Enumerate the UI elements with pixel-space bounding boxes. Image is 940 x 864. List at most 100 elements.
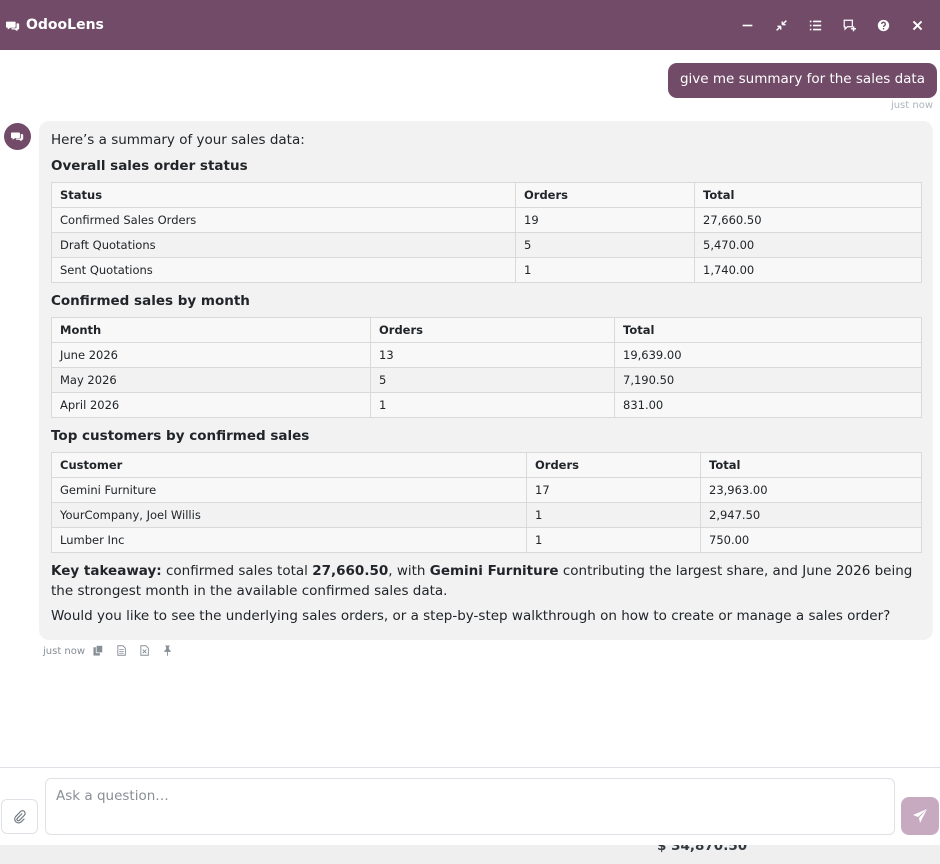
pin-button[interactable] xyxy=(162,645,174,657)
table-cell: 1 xyxy=(515,257,695,283)
question-input[interactable] xyxy=(45,778,895,835)
table-cell: Confirmed Sales Orders xyxy=(51,207,516,233)
pin-icon xyxy=(164,645,171,656)
column-header: Total xyxy=(700,452,922,478)
table-cell: 23,963.00 xyxy=(700,477,922,503)
table-row: April 2026 1 831.00 xyxy=(51,392,922,418)
table-row: May 2026 5 7,190.50 xyxy=(51,367,922,393)
app-header: OdooLens xyxy=(0,0,940,50)
table-header-row: Status Orders Total xyxy=(51,182,922,208)
table-cell: 1 xyxy=(370,392,615,418)
section-sales-by-month: Confirmed sales by month Month Orders To… xyxy=(51,291,922,418)
table-cell: 7,190.50 xyxy=(614,367,922,393)
table-cell: Sent Quotations xyxy=(51,257,516,283)
table-row: Sent Quotations 1 1,740.00 xyxy=(51,257,922,283)
minimize-button[interactable] xyxy=(730,8,764,42)
copy-button[interactable] xyxy=(93,645,105,657)
takeaway-label: Key takeaway: xyxy=(51,563,162,579)
table-cell: 27,660.50 xyxy=(694,207,922,233)
minimize-icon xyxy=(742,24,752,26)
user-message-time: just now xyxy=(890,100,933,111)
assistant-message-time: just now xyxy=(43,645,86,657)
table-cell: 5,470.00 xyxy=(694,232,922,258)
takeaway-text: , with xyxy=(388,563,430,579)
table-cell: 17 xyxy=(526,477,701,503)
top-customers-table: Customer Orders Total Gemini Furniture 1… xyxy=(51,452,922,553)
list-icon xyxy=(809,20,821,30)
column-header: Orders xyxy=(526,452,701,478)
close-button[interactable] xyxy=(900,8,934,42)
key-takeaway: Key takeaway: confirmed sales total 27,6… xyxy=(51,561,921,601)
send-button[interactable] xyxy=(901,797,939,835)
paperclip-icon xyxy=(13,809,26,823)
status-table: Status Orders Total Confirmed Sales Orde… xyxy=(51,182,922,283)
table-cell: Gemini Furniture xyxy=(51,477,527,503)
export-spreadsheet-button[interactable] xyxy=(139,645,151,657)
history-list-button[interactable] xyxy=(798,8,832,42)
collapse-button[interactable] xyxy=(764,8,798,42)
takeaway-text: confirmed sales total xyxy=(161,563,313,579)
table-cell: 19,639.00 xyxy=(614,342,922,368)
copy-icon xyxy=(93,645,104,656)
table-header-row: Customer Orders Total xyxy=(51,452,922,478)
table-row: Lumber Inc 1 750.00 xyxy=(51,527,922,553)
table-row: Confirmed Sales Orders 19 27,660.50 xyxy=(51,207,922,233)
column-header: Customer xyxy=(51,452,527,478)
close-icon xyxy=(912,20,922,30)
section-title: Top customers by confirmed sales xyxy=(51,428,310,444)
table-row: Draft Quotations 5 5,470.00 xyxy=(51,232,922,258)
app-title: OdooLens xyxy=(26,17,104,33)
table-cell: 1 xyxy=(526,502,701,528)
table-cell: 2,947.50 xyxy=(700,502,922,528)
section-title: Overall sales order status xyxy=(51,158,248,174)
table-cell: 5 xyxy=(370,367,615,393)
help-icon xyxy=(877,19,889,31)
new-chat-button[interactable] xyxy=(832,8,866,42)
takeaway-total: 27,660.50 xyxy=(312,563,389,579)
table-row: Gemini Furniture 17 23,963.00 xyxy=(51,477,922,503)
new-chat-icon xyxy=(843,19,856,31)
column-header: Month xyxy=(51,317,371,343)
table-cell: June 2026 xyxy=(51,342,371,368)
chat-logo-icon xyxy=(6,18,20,32)
header-toolbar xyxy=(730,8,934,42)
table-cell: 13 xyxy=(370,342,615,368)
document-icon xyxy=(117,645,126,656)
table-cell: Draft Quotations xyxy=(51,232,516,258)
assistant-message: Here’s a summary of your sales data: Ove… xyxy=(39,121,933,640)
attach-button[interactable] xyxy=(1,799,38,834)
assistant-intro: Here’s a summary of your sales data: xyxy=(51,132,305,148)
table-cell: April 2026 xyxy=(51,392,371,418)
send-icon xyxy=(913,809,927,823)
compress-icon xyxy=(775,19,787,31)
chat-avatar-icon xyxy=(11,132,24,142)
export-text-button[interactable] xyxy=(116,645,128,657)
table-cell: 5 xyxy=(515,232,695,258)
monthly-sales-table: Month Orders Total June 2026 13 19,639.0… xyxy=(51,317,922,418)
table-cell: May 2026 xyxy=(51,367,371,393)
takeaway-customer: Gemini Furniture xyxy=(429,563,559,579)
help-button[interactable] xyxy=(866,8,900,42)
table-cell: YourCompany, Joel Willis xyxy=(51,502,527,528)
table-cell: 1 xyxy=(526,527,701,553)
column-header: Status xyxy=(51,182,516,208)
column-header: Orders xyxy=(370,317,615,343)
table-cell: 19 xyxy=(515,207,695,233)
composer xyxy=(0,767,940,845)
table-row: YourCompany, Joel Willis 1 2,947.50 xyxy=(51,502,922,528)
table-cell: 831.00 xyxy=(614,392,922,418)
table-cell: 750.00 xyxy=(700,527,922,553)
column-header: Total xyxy=(694,182,922,208)
section-top-customers: Top customers by confirmed sales Custome… xyxy=(51,426,922,553)
user-message: give me summary for the sales data xyxy=(667,63,937,98)
column-header: Total xyxy=(614,317,922,343)
table-cell: Lumber Inc xyxy=(51,527,527,553)
followup-question: Would you like to see the underlying sal… xyxy=(51,608,891,624)
message-actions: just now xyxy=(43,645,185,657)
spreadsheet-icon xyxy=(140,645,149,656)
column-header: Orders xyxy=(515,182,695,208)
section-title: Confirmed sales by month xyxy=(51,293,250,309)
table-header-row: Month Orders Total xyxy=(51,317,922,343)
table-cell: 1,740.00 xyxy=(694,257,922,283)
bot-avatar xyxy=(4,123,31,150)
